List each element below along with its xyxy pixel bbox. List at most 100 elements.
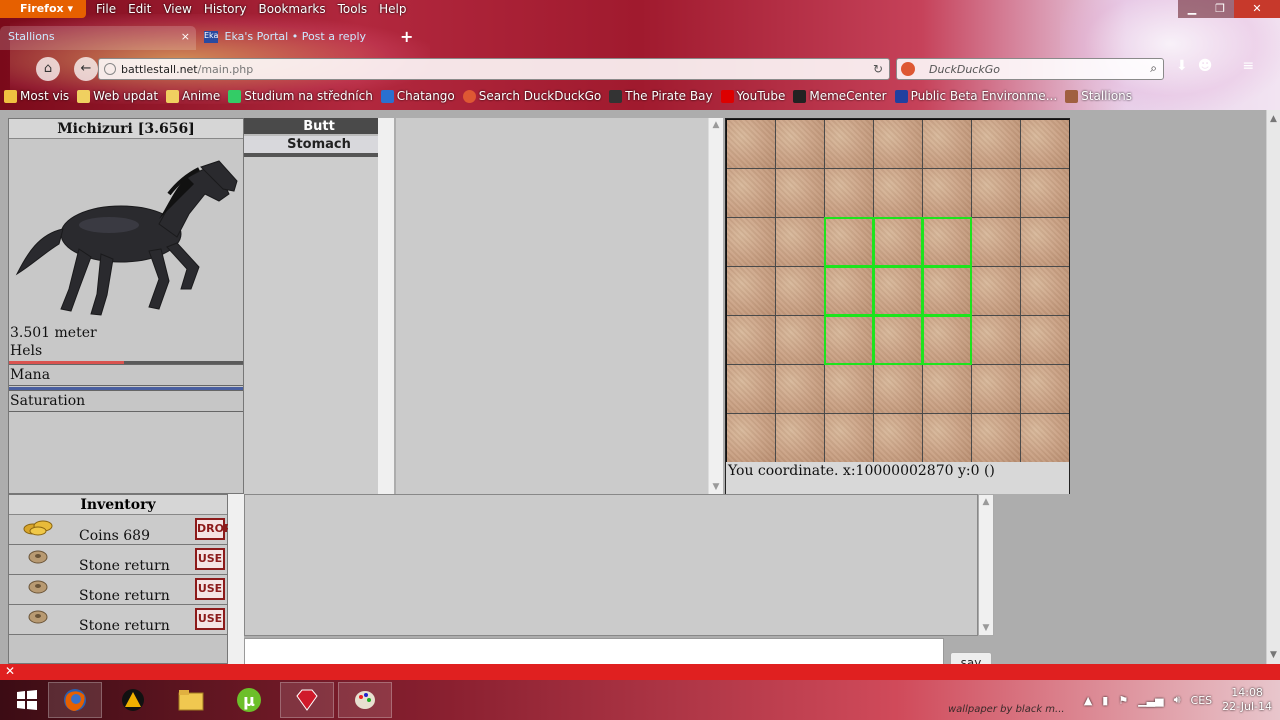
map-tile[interactable] (776, 414, 824, 462)
map-tile[interactable] (825, 414, 873, 462)
map-tile[interactable] (1021, 218, 1069, 266)
map-tile[interactable] (776, 316, 824, 364)
start-button[interactable] (0, 682, 54, 718)
close-window-icon[interactable]: ✕ (1234, 0, 1280, 18)
map-tile[interactable] (874, 414, 922, 462)
menu-edit[interactable]: Edit (128, 2, 151, 16)
map-tile-reachable[interactable] (824, 315, 874, 365)
map-tile[interactable] (1021, 365, 1069, 413)
use-button[interactable]: USE (195, 608, 225, 630)
menu-tools[interactable]: Tools (338, 2, 368, 16)
map-tile[interactable] (776, 365, 824, 413)
home-icon[interactable]: ⌂ (36, 57, 60, 81)
map-tile[interactable] (727, 218, 775, 266)
menu-bookmarks[interactable]: Bookmarks (259, 2, 326, 16)
map-tile[interactable] (923, 365, 971, 413)
chat-input[interactable] (244, 638, 944, 664)
bookmark-memecenter[interactable]: MemeCenter (793, 89, 887, 103)
map-tile[interactable] (874, 120, 922, 168)
map-tile[interactable] (972, 267, 1020, 315)
map-tile[interactable] (874, 365, 922, 413)
show-hidden-icons-icon[interactable]: ▲ (1084, 694, 1092, 707)
menu-history[interactable]: History (204, 2, 247, 16)
taskbar-paint[interactable] (338, 682, 392, 718)
map-tile[interactable] (727, 316, 775, 364)
map-tile[interactable] (776, 169, 824, 217)
use-button[interactable]: USE (195, 578, 225, 600)
map-tile[interactable] (727, 414, 775, 462)
taskbar-ruby-app[interactable] (280, 682, 334, 718)
map-tile[interactable] (874, 169, 922, 217)
clock[interactable]: 14:08 22-Jul-14 (1222, 686, 1272, 714)
map-tile[interactable] (1021, 316, 1069, 364)
reload-icon[interactable]: ↻ (873, 62, 883, 76)
map-tile[interactable] (825, 169, 873, 217)
tab-stallions[interactable]: Stallions × (0, 26, 196, 50)
body-parts-scrollbar[interactable] (378, 118, 394, 494)
drop-button[interactable]: DROP (195, 518, 232, 540)
map-tile-reachable[interactable] (922, 315, 972, 365)
event-log-scrollbar[interactable]: ▲ ▼ (708, 118, 723, 494)
close-tab-icon[interactable]: × (181, 30, 190, 43)
map-tile[interactable] (972, 414, 1020, 462)
use-button[interactable]: USE (195, 548, 225, 570)
url-bar[interactable]: battlestall.net/main.php ↻ (98, 58, 890, 80)
page-scrollbar[interactable]: ▲ ▼ (1266, 110, 1280, 664)
map-tile[interactable] (825, 120, 873, 168)
bookmark-anime[interactable]: Anime (166, 89, 220, 103)
restore-icon[interactable]: ❐ (1206, 0, 1234, 18)
map-tile-reachable[interactable] (873, 315, 923, 365)
download-icon[interactable]: ⬇ (1176, 58, 1188, 74)
scroll-up-icon[interactable]: ▲ (709, 120, 723, 130)
map-tile[interactable] (972, 316, 1020, 364)
body-part-butt[interactable]: Butt (244, 118, 394, 136)
map-tile[interactable] (727, 267, 775, 315)
map-tile[interactable] (1021, 267, 1069, 315)
map-tile[interactable] (1021, 414, 1069, 462)
volume-icon[interactable]: 🔊︎ (1174, 693, 1181, 707)
scroll-down-icon[interactable]: ▼ (979, 623, 993, 633)
minimize-icon[interactable]: ▁ (1178, 0, 1206, 18)
taskbar-utorrent[interactable]: µ (222, 682, 276, 718)
say-button[interactable]: say (950, 652, 992, 664)
hamburger-menu-icon[interactable]: ≡ (1242, 58, 1254, 74)
scroll-up-icon[interactable]: ▲ (1267, 114, 1280, 124)
search-bar[interactable]: DuckDuckGo ⌕ (896, 58, 1164, 80)
bookmark-web-updates[interactable]: Web updat (77, 89, 158, 103)
map-tile[interactable] (727, 120, 775, 168)
map-tile-reachable[interactable] (824, 217, 874, 267)
duckduckgo-icon[interactable] (901, 62, 915, 76)
map-tile[interactable] (776, 218, 824, 266)
menu-view[interactable]: View (163, 2, 191, 16)
bookmark-chatango[interactable]: Chatango (380, 89, 455, 103)
taskbar-app[interactable] (106, 682, 160, 718)
map-tile[interactable] (1021, 169, 1069, 217)
map-tile-reachable[interactable] (873, 266, 923, 316)
map-tile[interactable] (972, 365, 1020, 413)
network-icon[interactable]: ▮ (1102, 694, 1108, 707)
map-tile[interactable] (972, 169, 1020, 217)
map-tile[interactable] (972, 120, 1020, 168)
close-notification-icon[interactable]: ✕ (5, 664, 15, 678)
addon-icon[interactable]: ☻ (1198, 58, 1213, 74)
menu-help[interactable]: Help (379, 2, 406, 16)
language-indicator[interactable]: CES (1191, 694, 1213, 707)
map-tile[interactable] (727, 365, 775, 413)
back-icon[interactable]: ← (74, 57, 98, 81)
bookmark-pirate-bay[interactable]: The Pirate Bay (609, 89, 713, 103)
signal-icon[interactable]: ▁▃▅ (1138, 694, 1163, 707)
scroll-down-icon[interactable]: ▼ (709, 482, 723, 492)
map-tile[interactable] (825, 365, 873, 413)
bookmark-most-visited[interactable]: Most vis (4, 89, 69, 103)
map-tile[interactable] (776, 120, 824, 168)
map-tile[interactable] (923, 120, 971, 168)
search-icon[interactable]: ⌕ (1150, 61, 1157, 76)
chat-scrollbar[interactable]: ▲ ▼ (978, 494, 994, 636)
bookmark-public-beta[interactable]: Public Beta Environme... (894, 89, 1057, 103)
bookmark-studium[interactable]: Studium na středních (228, 89, 373, 103)
map-tile[interactable] (776, 267, 824, 315)
bookmark-youtube[interactable]: YouTube (720, 89, 785, 103)
site-identity-icon[interactable] (104, 63, 116, 75)
scroll-up-icon[interactable]: ▲ (979, 497, 993, 507)
map-tile[interactable] (1021, 120, 1069, 168)
